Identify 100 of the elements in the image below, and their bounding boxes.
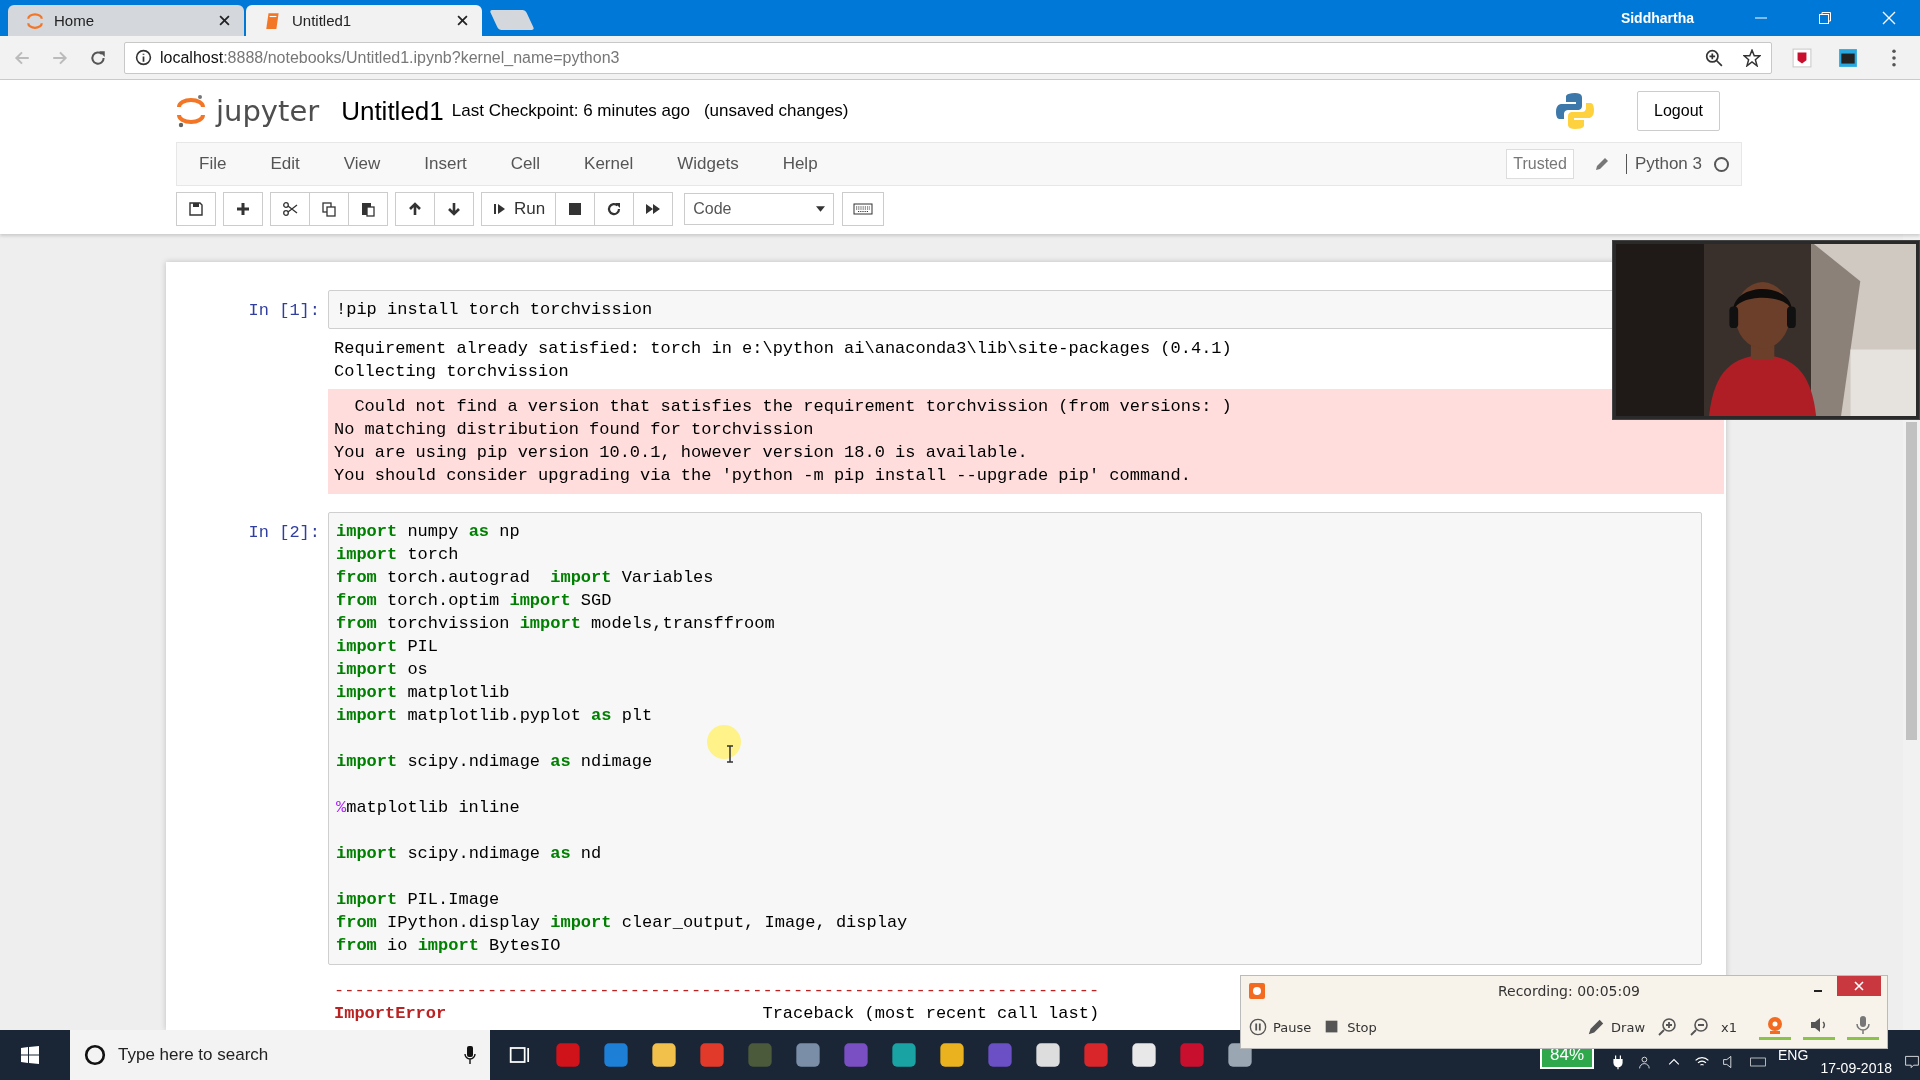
move-down-button[interactable] [434, 192, 474, 226]
code-line: !pip install torch torchvission [336, 299, 654, 321]
close-icon [1854, 981, 1864, 991]
pause-button[interactable]: Pause [1249, 1018, 1312, 1036]
browser-tab[interactable]: Home [8, 5, 244, 36]
arrow-up-icon [407, 201, 423, 217]
move-up-button[interactable] [395, 192, 435, 226]
add-cell-button[interactable] [223, 192, 263, 226]
cortana-circle-icon [84, 1044, 106, 1066]
jupyter-logo-icon [26, 11, 44, 30]
code-line: import PIL [336, 636, 440, 658]
recording-status: Recording: 00:05:09 [1496, 983, 1642, 999]
windows-start-icon[interactable] [20, 1045, 40, 1065]
info-icon [135, 49, 152, 66]
traceback-line: --------------------------------------------------------------------------- [334, 980, 1100, 1002]
stop-button[interactable] [555, 192, 596, 226]
restore-icon[interactable] [1818, 11, 1832, 25]
notebook-icon [264, 11, 282, 30]
code-line: from IPython.display import clear_output, Image, display [336, 912, 909, 934]
menu-item[interactable]: Cell [510, 154, 541, 174]
code-line: import torch [336, 544, 460, 566]
code-line: %matplotlib inline [336, 797, 521, 819]
code-line: import numpy as np [336, 521, 521, 543]
python-logo-icon [1555, 91, 1596, 131]
url-text: localhost:8888/notebooks/Untitled1.ipynb?kernel_name=python3 [160, 48, 621, 67]
taskbar-app-icon[interactable] [938, 1041, 966, 1069]
recorder-app-icon [1249, 983, 1265, 999]
shield-extension-icon[interactable] [1792, 47, 1812, 68]
zoom-in-icon[interactable] [1705, 48, 1723, 67]
save-button[interactable] [176, 192, 216, 226]
microphone-icon[interactable] [464, 1045, 476, 1065]
caret-icon [816, 206, 826, 212]
code-line: from torchvission import models,transffroom [336, 613, 776, 635]
run-button[interactable]: Run [481, 192, 557, 226]
close-icon[interactable] [457, 15, 468, 26]
address-field[interactable]: localhost:8888/notebooks/Untitled1.ipynb?kernel_name=python3 [124, 41, 1772, 74]
notification-icon[interactable] [1904, 1054, 1920, 1070]
logout-button[interactable]: Logout [1637, 91, 1720, 131]
webcam-icon[interactable] [1759, 1014, 1791, 1040]
keyboard-icon [853, 203, 874, 215]
code-line: import PIL.Image [336, 889, 501, 911]
fast-forward-button[interactable] [633, 192, 674, 226]
close-button[interactable] [1837, 976, 1881, 996]
copy-button[interactable] [309, 192, 349, 226]
stop-button[interactable]: Stop [1323, 1018, 1377, 1036]
kernel-name: Python 3 [1625, 154, 1702, 174]
zoom-in-icon[interactable] [1657, 1017, 1678, 1037]
checkpoint-status: Last Checkpoint: 6 minutes ago [451, 101, 690, 121]
menu-item[interactable]: View [343, 154, 381, 174]
keyboard-button[interactable] [842, 192, 885, 226]
user-name: Siddhartha [1620, 10, 1694, 26]
cut-button[interactable] [270, 192, 310, 226]
jupyter-logo-icon[interactable] [176, 93, 206, 129]
input-prompt: In [1]: [247, 300, 321, 322]
error-line: You should consider upgrading via the 'python -m pip install --upgrade pip' command. [334, 465, 1192, 487]
input-language[interactable]: ENG [1778, 1047, 1809, 1063]
clipboard-icon [360, 201, 376, 217]
browser-tab[interactable]: Untitled1 [246, 5, 482, 36]
menu-item[interactable]: Kernel [584, 154, 634, 174]
taskbar-app-icon[interactable] [1034, 1041, 1062, 1069]
code-cell-input[interactable] [328, 512, 1702, 965]
menu-item[interactable]: Insert [424, 154, 467, 174]
code-line: from io import BytesIO [336, 935, 562, 957]
code-line: import matplotlib.pyplot as plt [336, 705, 654, 727]
pencil-icon[interactable] [1593, 156, 1610, 172]
output-line: Requirement already satisfied: torch in e:\python ai\anaconda3\lib\site-packages (0.4.1) [334, 338, 1233, 360]
close-icon[interactable] [219, 15, 230, 26]
paste-button[interactable] [348, 192, 388, 226]
trusted-indicator[interactable]: Trusted [1506, 149, 1574, 179]
reload-icon[interactable] [89, 48, 107, 67]
code-line: import scipy.ndimage as ndimage [336, 751, 654, 773]
jupyter-wordmark[interactable]: jupyter [216, 94, 320, 128]
plus-icon [235, 201, 251, 217]
notebook-name[interactable]: Untitled1 [341, 95, 444, 127]
star-icon[interactable] [1743, 48, 1761, 67]
output-line: Collecting torchvission [334, 361, 570, 383]
fast-forward-icon [645, 201, 662, 217]
menu-item[interactable]: File [199, 154, 227, 174]
code-line: from torch.autograd import Variables [336, 567, 715, 589]
restart-button[interactable] [594, 192, 635, 226]
clock-date[interactable]: 17-09-2018 [1820, 1060, 1892, 1076]
search-placeholder: Type here to search [118, 1045, 270, 1065]
code-line: import os [336, 659, 429, 681]
scissors-icon [282, 201, 298, 217]
restart-icon [606, 201, 623, 217]
code-line: import matplotlib [336, 682, 511, 704]
taskbar-app-icon[interactable] [1130, 1041, 1158, 1069]
keyboard-icon[interactable] [1750, 1054, 1767, 1070]
taskbar-search-field[interactable]: Type here to search [70, 1030, 490, 1080]
draw-button[interactable]: Draw [1587, 1018, 1646, 1036]
menu-item[interactable]: Edit [270, 154, 300, 174]
cell-type-select[interactable]: Code [684, 193, 835, 225]
zoom-level: x1 [1721, 1019, 1737, 1035]
traceback-line: ImportError Traceback (most recent call last) [334, 1003, 1100, 1025]
menu-item[interactable]: Widgets [677, 154, 739, 174]
menu-item[interactable]: Help [782, 154, 818, 174]
error-line: Could not find a version that satisfies the requirement torchvission (from versions: ) [353, 396, 1233, 418]
zoom-out-icon[interactable] [1689, 1017, 1710, 1037]
taskbar-app-icon[interactable] [650, 1041, 678, 1069]
arrow-down-icon [446, 201, 462, 217]
